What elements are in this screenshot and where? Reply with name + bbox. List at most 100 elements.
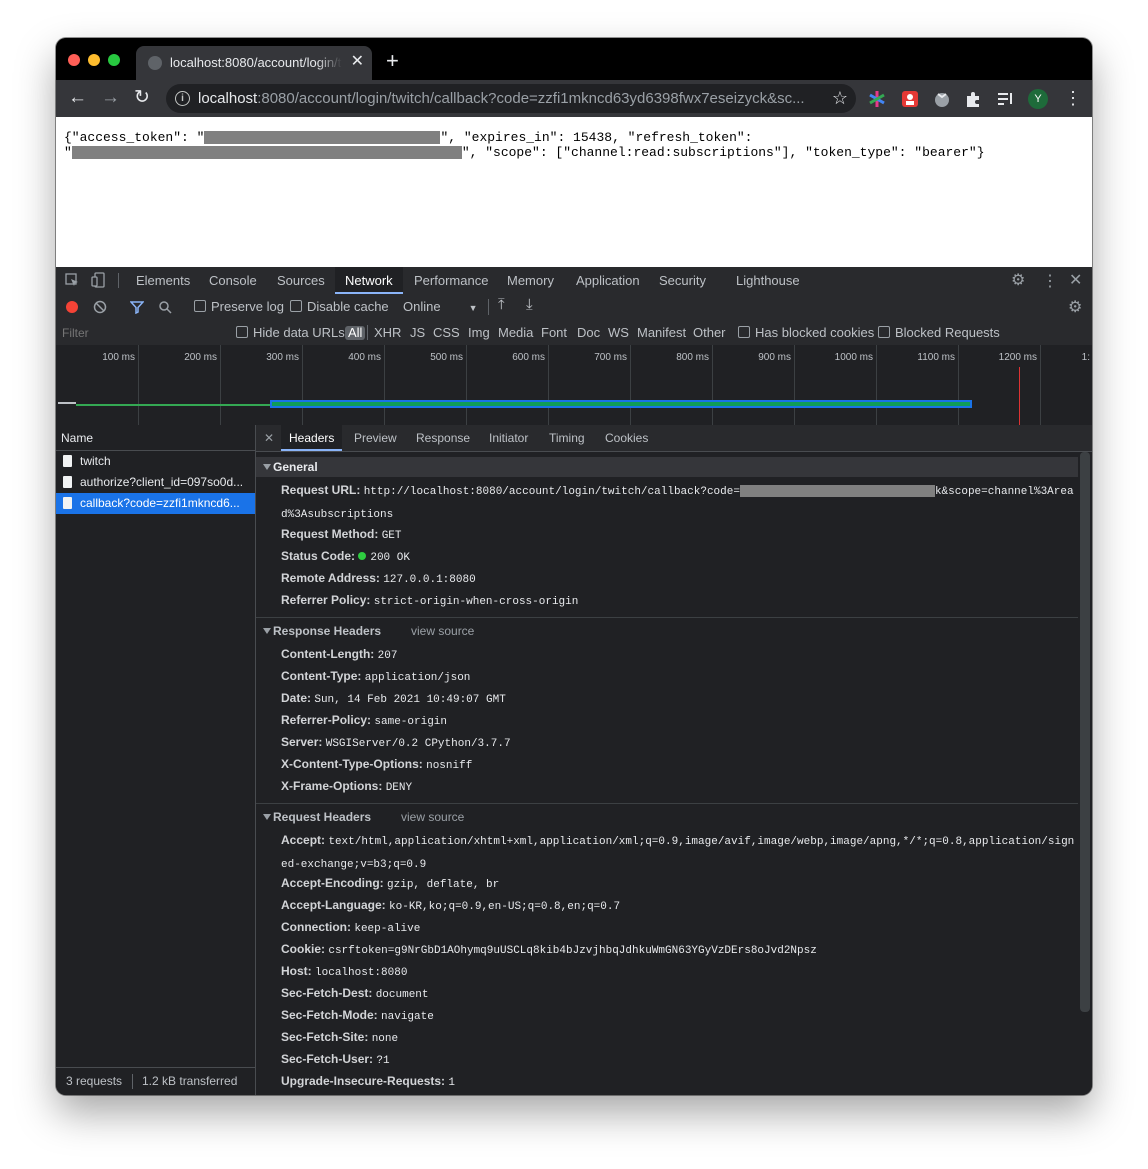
close-devtools-icon[interactable]: ✕ [1069,270,1082,290]
waterfall-bar [76,404,270,406]
header-value: 1 [448,1077,455,1089]
record-icon[interactable] [66,301,78,313]
header-key: Host: [281,964,312,978]
type-img[interactable]: Img [468,326,490,340]
details-scrollbar[interactable] [1080,452,1090,1012]
timeline-gridline: 100 ms [102,345,139,425]
divider [367,325,368,340]
response-headers-section-header[interactable]: Response Headers view source [256,621,1078,641]
type-css[interactable]: CSS [433,326,460,340]
type-other[interactable]: Other [693,326,726,340]
type-manifest[interactable]: Manifest [637,326,686,340]
close-details-icon[interactable]: ✕ [264,425,274,451]
request-row[interactable]: twitch [56,451,255,472]
tab-headers[interactable]: Headers [281,425,343,451]
tab-lighthouse[interactable]: Lighthouse [736,267,800,294]
settings-gear-icon[interactable]: ⚙ [1011,270,1025,290]
request-row[interactable]: authorize?client_id=097so0d... [56,472,255,493]
request-details: ✕ Headers Preview Response Initiator Tim… [256,425,1092,1095]
header-key: Remote Address: [281,571,380,585]
address-url[interactable]: localhost:8080/account/login/twitch/call… [198,90,818,107]
devtools-menu-icon[interactable]: ⋮ [1042,271,1058,291]
extension-asterisk-icon[interactable] [868,90,886,108]
redacted-code [739,485,935,498]
tick-label: 300 ms [266,352,299,363]
column-header-name[interactable]: Name [56,425,255,451]
json-text: " [64,145,72,160]
request-row-selected[interactable]: callback?code=zzfi1mkncd6... [56,493,255,514]
header-key: Server: [281,735,323,749]
extension-red-icon[interactable] [901,90,919,108]
network-overview-timeline[interactable]: 100 ms 200 ms 300 ms 400 ms 500 ms 600 m… [56,345,1092,426]
network-settings-gear-icon[interactable]: ⚙ [1068,297,1082,317]
tab-sources[interactable]: Sources [277,267,325,294]
profile-avatar[interactable]: Y [1028,89,1048,109]
type-font[interactable]: Font [541,326,567,340]
preserve-log-checkbox[interactable]: Preserve log [194,299,284,315]
tab-timing[interactable]: Timing [549,425,585,451]
tab-console[interactable]: Console [209,267,257,294]
throttling-select[interactable]: Online ▼ [403,299,478,316]
general-section-header[interactable]: General [256,457,1078,477]
section-title: Response Headers [273,624,382,638]
back-arrow-icon[interactable]: ← [68,87,87,109]
view-source-link[interactable]: view source [411,621,474,641]
address-bar[interactable]: i localhost:8080/account/login/twitch/ca… [166,84,856,113]
request-headers-section-header[interactable]: Request Headers view source [256,807,1078,827]
tab-initiator[interactable]: Initiator [489,425,528,451]
inspect-element-icon[interactable] [65,273,79,287]
header-key: Referrer Policy: [281,593,371,607]
minimize-window-button[interactable] [88,54,100,66]
browser-toolbar: ← → ↻ i localhost:8080/account/login/twi… [56,80,1092,117]
new-tab-button[interactable]: + [386,50,399,72]
bookmark-star-icon[interactable]: ☆ [832,88,848,109]
type-ws[interactable]: WS [608,326,629,340]
tab-elements[interactable]: Elements [136,267,190,294]
filter-funnel-icon[interactable] [130,300,144,314]
header-value: GET [381,530,402,542]
timeline-gridline: 1000 ms [835,345,877,425]
view-source-link[interactable]: view source [401,807,464,827]
request-header-row: Cookie: csrftoken=g9NrGbD1AOhymq9uUSCLq8… [281,939,1076,962]
type-js[interactable]: JS [410,326,425,340]
export-har-icon[interactable]: ⤓ [526,297,533,313]
close-window-button[interactable] [68,54,80,66]
hide-data-urls-checkbox[interactable]: Hide data URLs [236,326,345,340]
tab-memory[interactable]: Memory [507,267,554,294]
request-header-row: Connection: keep-alive [281,917,1076,940]
clear-icon[interactable] [93,300,107,314]
tab-preview[interactable]: Preview [354,425,397,451]
checkbox-icon [738,326,750,338]
tab-close-icon[interactable]: ✕ [351,53,364,71]
filter-input[interactable] [60,323,229,342]
has-blocked-cookies-checkbox[interactable]: Has blocked cookies [738,326,874,340]
request-header-row: Sec-Fetch-Dest: document [281,983,1076,1006]
device-toolbar-icon[interactable] [91,272,107,288]
tab-network[interactable]: Network [335,267,403,294]
type-xhr[interactable]: XHR [374,326,401,340]
title-bar: localhost:8080/account/login/twitch/call… [56,38,1092,80]
tab-security[interactable]: Security [659,267,706,294]
site-info-icon[interactable]: i [175,91,190,106]
response-header-row: X-Content-Type-Options: nosniff [281,754,1076,777]
import-har-icon[interactable]: ⤒ [498,297,505,313]
tick-label: 800 ms [676,352,709,363]
reading-list-icon[interactable] [996,90,1014,108]
tab-performance[interactable]: Performance [414,267,488,294]
browser-tab[interactable]: localhost:8080/account/login/twitch/call… [136,46,372,80]
extensions-puzzle-icon[interactable] [964,90,982,108]
tab-cookies[interactable]: Cookies [605,425,648,451]
tab-application[interactable]: Application [576,267,640,294]
blocked-requests-checkbox[interactable]: Blocked Requests [878,326,1000,340]
reload-icon[interactable]: ↻ [134,87,150,109]
disable-cache-checkbox[interactable]: Disable cache [290,299,389,315]
type-doc[interactable]: Doc [577,326,600,340]
type-media[interactable]: Media [498,326,533,340]
browser-menu-icon[interactable]: ⋮ [1064,88,1082,108]
tab-response[interactable]: Response [416,425,470,451]
forward-arrow-icon[interactable]: → [101,87,120,109]
type-all[interactable]: All [345,326,366,340]
extension-tomato-icon[interactable] [933,90,951,108]
maximize-window-button[interactable] [108,54,120,66]
search-icon[interactable] [158,300,172,314]
